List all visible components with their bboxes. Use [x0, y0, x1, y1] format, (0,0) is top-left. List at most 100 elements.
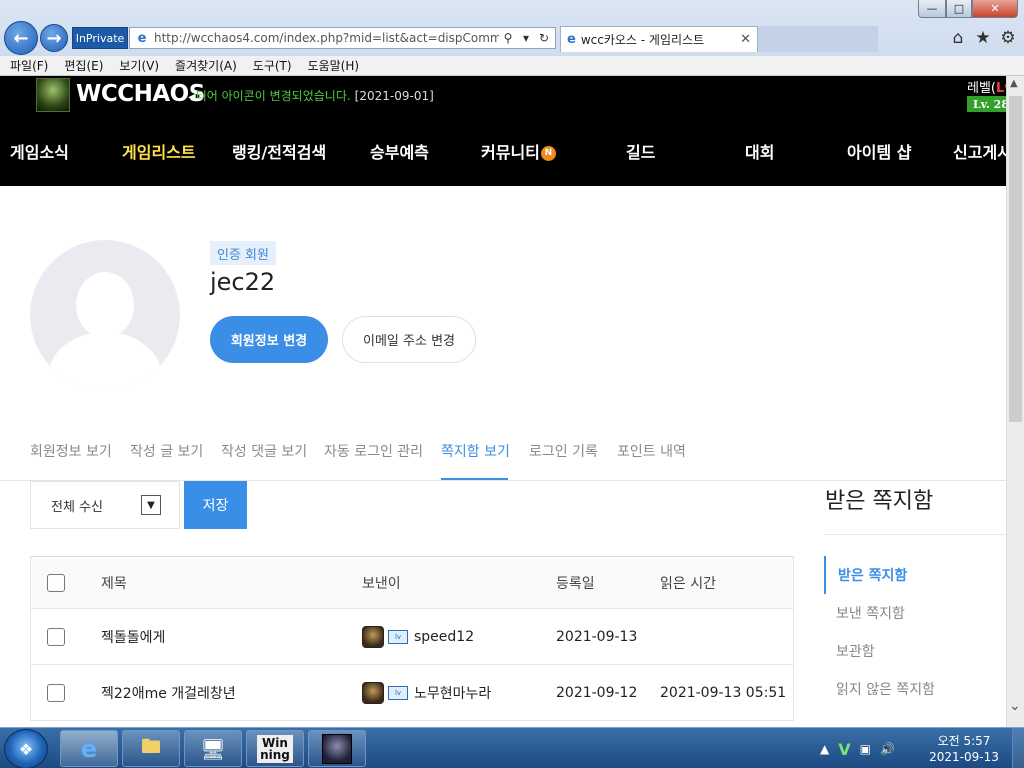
gear-icon[interactable]: ⚙ — [998, 28, 1018, 48]
message-sender[interactable]: lv speed12 — [362, 609, 474, 664]
nav-item-shop[interactable]: 아이템 샵 — [847, 139, 911, 163]
side-item-archive[interactable]: 보관함 — [824, 632, 1006, 670]
menu-help[interactable]: 도움말(H) — [308, 57, 360, 74]
tab-messages[interactable]: 쪽지함 보기 — [441, 441, 510, 461]
menu-tools[interactable]: 도구(T) — [253, 57, 292, 74]
vertical-scrollbar[interactable]: ▲ ⌄ — [1006, 76, 1024, 727]
scroll-up-icon[interactable]: ▲ — [1010, 78, 1018, 89]
menu-file[interactable]: 파일(F) — [10, 57, 48, 74]
menu-edit[interactable]: 편집(E) — [64, 57, 103, 74]
close-tab-icon[interactable]: ✕ — [740, 32, 751, 47]
sender-name: speed12 — [414, 628, 475, 645]
nav-game-news[interactable]: 게임소식 — [10, 139, 69, 163]
notice-ticker[interactable]: ◀티어 아이콘이 변경되었습니다. [2021-09-01] — [188, 87, 434, 104]
clock[interactable]: 오전 5:57 2021-09-13 — [924, 733, 1004, 765]
header-date[interactable]: 등록일 — [556, 557, 595, 608]
volume-icon[interactable]: 🔊 — [880, 742, 895, 756]
edit-member-info-button[interactable]: 회원정보 변경 — [210, 316, 328, 363]
scroll-down-icon[interactable]: ⌄ — [1009, 698, 1021, 714]
side-item-unread[interactable]: 읽지 않은 쪽지함 — [824, 670, 1006, 708]
chevron-down-icon[interactable]: ▼ — [141, 495, 161, 515]
search-icon[interactable]: ⚲ — [499, 29, 517, 47]
tab-member-info[interactable]: 회원정보 보기 — [30, 441, 112, 461]
row-checkbox[interactable] — [47, 627, 65, 646]
new-tab-button[interactable] — [758, 26, 878, 52]
nav-community[interactable]: 커뮤니티 N — [481, 139, 556, 163]
favorites-star-icon[interactable]: ★ — [973, 28, 993, 48]
nav-tournament[interactable]: 대회 — [745, 139, 774, 163]
tray-expand-icon[interactable]: ▲ — [820, 742, 829, 756]
v3-antivirus-icon[interactable]: V — [838, 740, 850, 759]
speaker-icon: ◀ — [188, 92, 196, 103]
select-all-checkbox[interactable] — [47, 573, 65, 592]
site-top-bar: WCCHAOS ◀티어 아이콘이 변경되었습니다. [2021-09-01] 레벨… — [0, 76, 1024, 116]
message-sender[interactable]: lv 노무현마누라 — [362, 665, 491, 720]
tab-auto-login[interactable]: 자동 로그인 관리 — [324, 441, 423, 461]
taskbar-ie[interactable]: e — [60, 730, 118, 767]
nav-prediction[interactable]: 승부예측 — [370, 139, 429, 163]
side-menu: 받은 쪽지함 보낸 쪽지함 보관함 읽지 않은 쪽지함 — [824, 556, 1006, 708]
inprivate-indicator: InPrivate — [72, 27, 128, 49]
tab-my-posts[interactable]: 작성 글 보기 — [130, 441, 203, 461]
winning-icon: Win ning — [257, 734, 293, 763]
nav-guild[interactable]: 길드 — [626, 139, 655, 163]
avatar-head-shape — [76, 272, 134, 338]
row-select-cell — [47, 609, 65, 664]
taskbar-explorer[interactable]: 🖿 — [122, 730, 180, 767]
address-bar[interactable]: e http://wcchaos4.com/index.php?mid=list… — [129, 27, 556, 49]
logo-character-image[interactable] — [36, 78, 70, 112]
ie-tab-icon: e — [567, 32, 576, 47]
avatar — [30, 240, 180, 390]
minimize-button[interactable]: — — [918, 0, 946, 18]
main-nav: 게임소식 게임리스트 랭킹/전적검색 승부예측 커뮤니티 N 길드 대회 아이템 … — [0, 116, 1012, 186]
row-select-cell — [47, 665, 65, 720]
menu-favorites[interactable]: 즐겨찾기(A) — [175, 57, 237, 74]
message-read-time: 2021-09-13 05:51 — [660, 684, 787, 701]
site-logo[interactable]: WCCHAOS — [76, 81, 205, 107]
certified-member-badge: 인증 회원 — [210, 241, 276, 265]
browser-tab-active[interactable]: e wcc카오스 - 게임리스트 ✕ — [560, 26, 758, 52]
scroll-thumb[interactable] — [1009, 96, 1022, 422]
start-button[interactable]: ❖ — [4, 729, 48, 768]
header-sender[interactable]: 보낸이 — [362, 557, 401, 608]
new-badge: N — [540, 146, 556, 161]
side-item-inbox[interactable]: 받은 쪽지함 — [824, 556, 1006, 594]
tab-my-comments[interactable]: 작성 댓글 보기 — [221, 441, 307, 461]
header-read-time[interactable]: 읽은 시간 — [660, 557, 716, 608]
message-title[interactable]: 젝돌돌에게 — [101, 609, 165, 664]
message-date: 2021-09-12 — [556, 684, 638, 701]
active-tab-underline — [441, 478, 508, 480]
header-title[interactable]: 제목 — [101, 557, 127, 608]
home-icon[interactable]: ⌂ — [948, 28, 968, 48]
select-all-cell — [47, 557, 65, 608]
row-checkbox[interactable] — [47, 683, 65, 702]
tab-login-history[interactable]: 로그인 기록 — [529, 441, 598, 461]
taskbar-winning[interactable]: Win ning — [246, 730, 304, 767]
nav-community-label: 커뮤니티 — [481, 143, 540, 162]
show-desktop-button[interactable] — [1012, 728, 1024, 768]
arrow-left-icon: ← — [13, 27, 29, 49]
nav-report[interactable]: 신고게시 — [953, 139, 1012, 163]
tab-points[interactable]: 포인트 내역 — [617, 441, 686, 461]
menu-view[interactable]: 보기(V) — [119, 57, 159, 74]
maximize-button[interactable]: □ — [946, 0, 972, 18]
network-icon[interactable]: ▣ — [860, 742, 871, 756]
chevron-down-icon[interactable]: ▾ — [517, 29, 535, 47]
folder-icon: 🖿 — [141, 733, 161, 758]
refresh-icon[interactable]: ↻ — [535, 29, 553, 47]
table-row: 젝22애me 개걸레창년 lv 노무현마누라 2021-09-12 2021-0… — [30, 665, 794, 721]
nav-ranking[interactable]: 랭킹/전적검색 — [232, 139, 326, 163]
nav-game-list[interactable]: 게임리스트 — [122, 139, 196, 163]
back-button[interactable]: ← — [4, 21, 38, 55]
edit-email-button[interactable]: 이메일 주소 변경 — [342, 316, 476, 363]
taskbar-app[interactable]: 🖥 — [184, 730, 242, 767]
notice-text: 티어 아이콘이 변경되었습니다. — [195, 89, 351, 103]
save-button[interactable]: 저장 — [184, 481, 247, 529]
address-text[interactable]: http://wcchaos4.com/index.php?mid=list&a… — [154, 31, 499, 45]
taskbar-game[interactable] — [308, 730, 366, 767]
close-window-button[interactable]: ✕ — [972, 0, 1018, 18]
message-title[interactable]: 젝22애me 개걸레창년 — [101, 665, 236, 720]
side-item-sent[interactable]: 보낸 쪽지함 — [824, 594, 1006, 632]
forward-button[interactable]: → — [40, 24, 68, 52]
message-filter-select[interactable]: 전체 수신 ▼ — [30, 481, 180, 529]
